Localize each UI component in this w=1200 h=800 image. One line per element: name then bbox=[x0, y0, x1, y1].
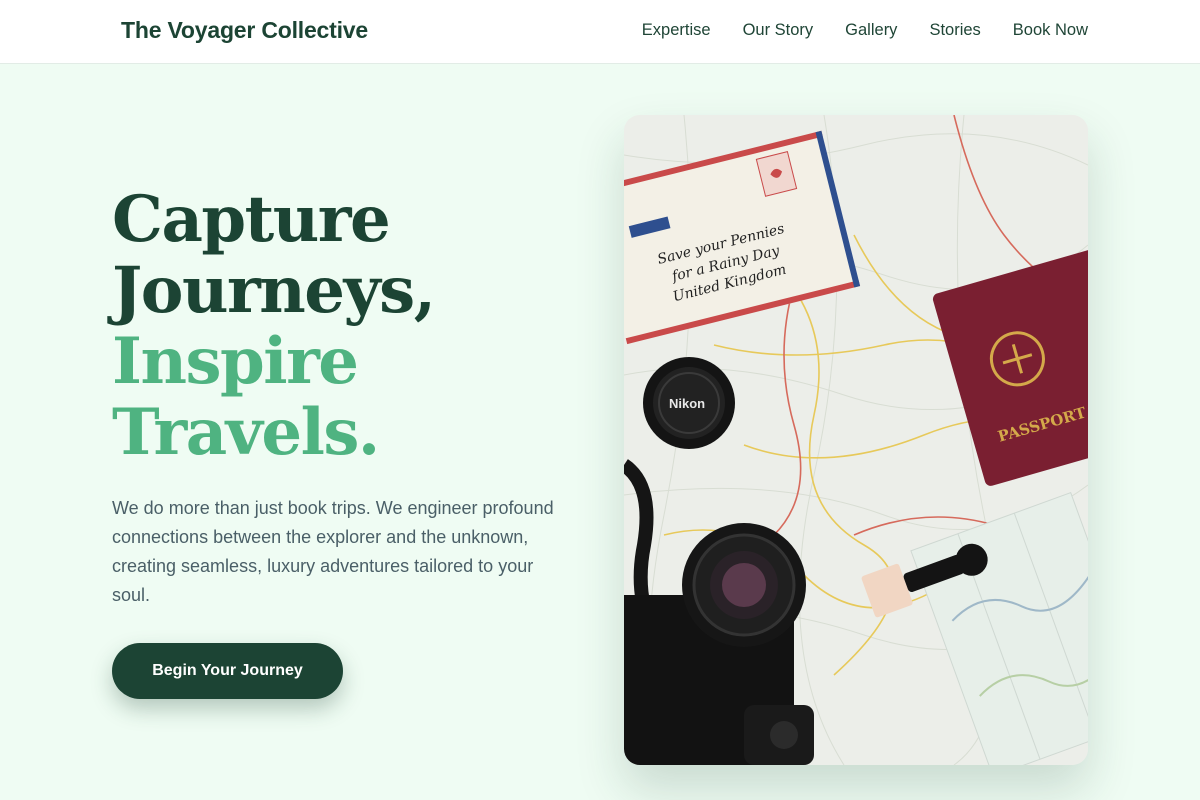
lens-cap: Nikon bbox=[643, 357, 735, 449]
hero-title-line-3: Inspire bbox=[112, 324, 359, 399]
nav-link-expertise[interactable]: Expertise bbox=[642, 21, 711, 40]
lens-cap-brand: Nikon bbox=[669, 396, 705, 411]
brand-logo[interactable]: The Voyager Collective bbox=[121, 17, 368, 44]
hero-description: We do more than just book trips. We engi… bbox=[112, 498, 554, 605]
hero-title-line-2: Journeys, bbox=[112, 253, 436, 328]
hero-title-line-4: Travels. bbox=[112, 395, 380, 470]
hero-title-line-1: Capture bbox=[112, 182, 391, 257]
main-nav: Expertise Our Story Gallery Stories Book… bbox=[642, 21, 1088, 40]
nav-link-gallery[interactable]: Gallery bbox=[845, 21, 897, 40]
nav-link-stories[interactable]: Stories bbox=[929, 21, 980, 40]
hero-title: Capture Journeys, Inspire Travels. bbox=[112, 184, 572, 468]
site-header: The Voyager Collective Expertise Our Sto… bbox=[0, 0, 1200, 64]
nav-link-our-story[interactable]: Our Story bbox=[743, 21, 814, 40]
nav-link-book-now[interactable]: Book Now bbox=[1013, 21, 1088, 40]
travel-flatlay-illustration: Save your Pennies for a Rainy Day United… bbox=[624, 115, 1088, 765]
begin-journey-button[interactable]: Begin Your Journey bbox=[112, 643, 343, 699]
hero-image: Save your Pennies for a Rainy Day United… bbox=[624, 115, 1088, 765]
